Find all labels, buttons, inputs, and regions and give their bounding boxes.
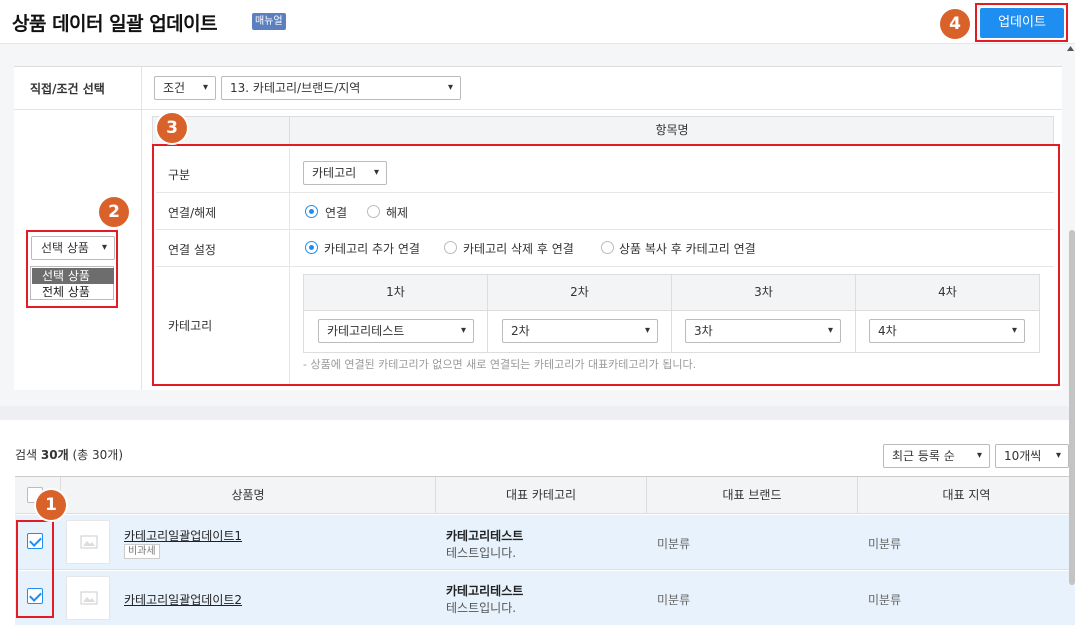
condition-value: 13. 카테고리/브랜드/지역 [230,81,361,95]
col-region: 대표 지역 [942,488,991,502]
search-count-value: 30개 [40,448,69,462]
highlight-box-1 [16,520,54,618]
search-total: (총 30개) [72,448,124,462]
image-placeholder-icon [80,591,98,605]
product-thumbnail [66,576,110,620]
col-brand: 대표 브랜드 [722,488,782,502]
annotation-badge-2: 2 [99,197,129,227]
section-separator [0,406,1075,420]
row-category: 카테고리테스트 [446,529,524,543]
image-placeholder-icon [80,535,98,549]
chevron-down-icon: ▾ [202,82,208,93]
per-page-value: 10개씩 [1004,449,1042,463]
product-name-link[interactable]: 카테고리일괄업데이트1 [124,527,242,544]
page-scrollbar[interactable] [1069,230,1075,585]
per-page-select[interactable]: 10개씩 ▾ [995,444,1069,468]
condition-select-value: 조건 [163,81,186,95]
condition-select[interactable]: 조건 ▾ [154,76,216,100]
product-thumbnail [66,520,110,564]
sort-value: 최근 등록 순 [892,449,955,463]
row-brand: 미분류 [657,537,691,551]
row-region: 미분류 [868,537,902,551]
row-divider [14,109,1062,110]
product-name-link[interactable]: 카테고리일괄업데이트2 [124,591,242,608]
sort-select[interactable]: 최근 등록 순 ▾ [883,444,990,468]
chevron-down-icon: ▾ [1055,450,1061,461]
highlight-box-2 [26,230,118,308]
chevron-down-icon: ▾ [976,450,982,461]
item-name-header: 항목명 [655,123,689,137]
direct-condition-label: 직접/조건 선택 [30,82,105,96]
search-count: 검색 30개 (총 30개) [15,446,123,463]
scroll-up-icon[interactable] [1066,44,1075,52]
annotation-badge-1: 1 [36,490,66,520]
highlight-box-3 [152,144,1060,386]
condition-value-select[interactable]: 13. 카테고리/브랜드/지역 ▾ [221,76,461,100]
row-region: 미분류 [868,593,902,607]
page: 상품 데이터 일괄 업데이트 매뉴얼 업데이트 4 직접/조건 선택 조건 ▾ … [0,0,1075,625]
col-product-name: 상품명 [231,488,265,502]
row-category-sub: 테스트입니다. [446,546,517,560]
row-category: 카테고리테스트 [446,584,524,598]
col-category: 대표 카테고리 [505,488,577,502]
row-category-sub: 테스트입니다. [446,601,517,615]
highlight-box-4 [975,3,1068,42]
page-title: 상품 데이터 일괄 업데이트 [12,13,218,35]
manual-badge[interactable]: 매뉴얼 [252,13,286,30]
row-brand: 미분류 [657,593,691,607]
tax-free-badge: 비과세 [124,544,160,559]
annotation-badge-4: 4 [940,9,970,39]
annotation-badge-3: 3 [157,113,187,143]
search-prefix: 검색 [15,448,38,462]
page-header: 상품 데이터 일괄 업데이트 매뉴얼 업데이트 [0,0,1075,44]
panel-divider [141,66,142,390]
chevron-down-icon: ▾ [447,82,453,93]
